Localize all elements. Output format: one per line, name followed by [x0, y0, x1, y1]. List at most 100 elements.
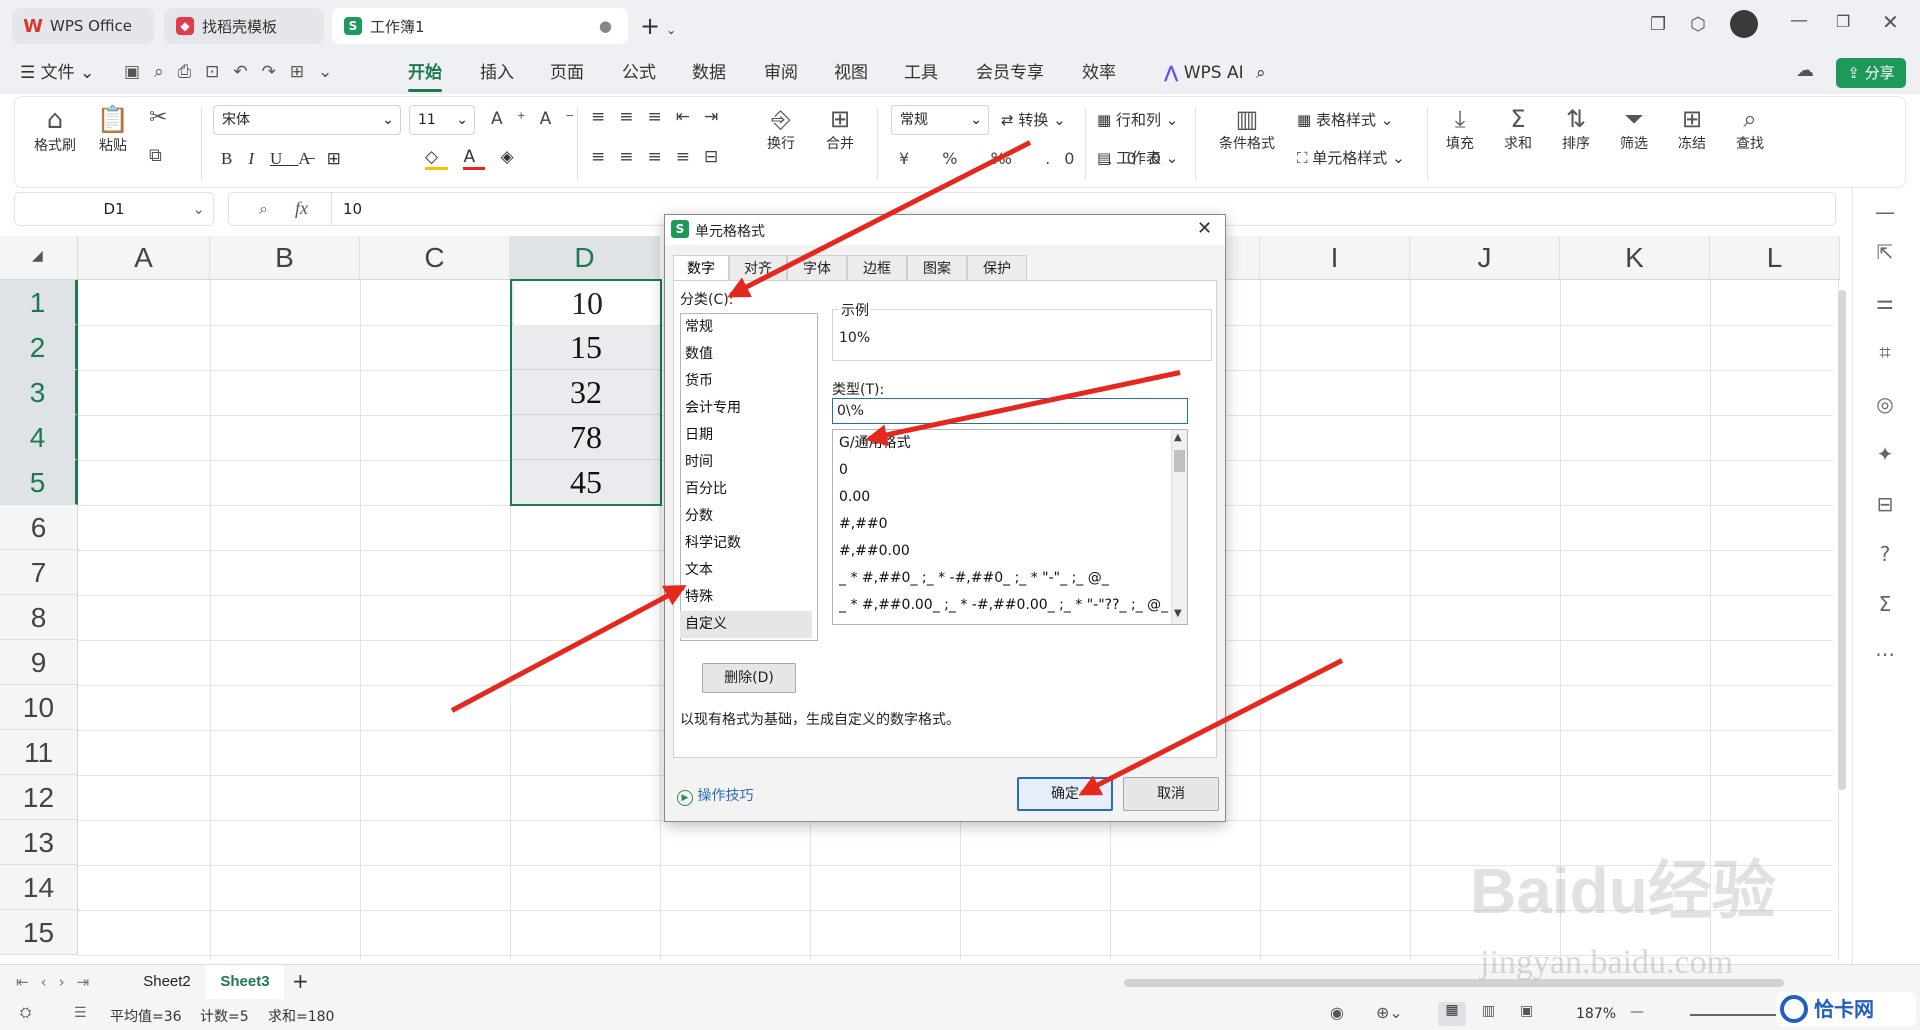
- tab-member[interactable]: 会员专享: [976, 52, 1044, 94]
- formula-sigma-icon[interactable]: Σ: [1870, 592, 1900, 622]
- view-mode-icon[interactable]: ⊕⌄: [1376, 1003, 1403, 1022]
- column-header-b[interactable]: B: [210, 236, 360, 280]
- tab-tools[interactable]: 工具: [904, 52, 938, 94]
- category-item[interactable]: 时间: [680, 449, 812, 476]
- worksheet-button[interactable]: ▤ 工作表 ⌄: [1097, 147, 1178, 168]
- sheet-nav-icons[interactable]: ⇤‹›⇥: [16, 973, 101, 991]
- category-item[interactable]: 常规: [680, 314, 812, 341]
- column-header-a[interactable]: A: [78, 236, 210, 280]
- tab-view[interactable]: 视图: [834, 52, 868, 94]
- category-item[interactable]: 百分比: [680, 476, 812, 503]
- row-header[interactable]: 15: [0, 910, 78, 955]
- copy-icon[interactable]: ⧉: [149, 145, 162, 166]
- tab-wps-office[interactable]: W WPS Office: [12, 8, 154, 44]
- search-icon[interactable]: ⌕: [1256, 52, 1266, 94]
- row-header[interactable]: 4: [0, 415, 78, 460]
- column-header-l[interactable]: L: [1710, 236, 1840, 280]
- sliders-icon[interactable]: ⚌: [1870, 290, 1900, 320]
- column-header-j[interactable]: J: [1410, 236, 1560, 280]
- row-header[interactable]: 11: [0, 730, 78, 775]
- format-item[interactable]: #,##0: [839, 511, 888, 538]
- active-cell-d1[interactable]: 10: [514, 281, 660, 325]
- unsaved-dot-icon[interactable]: ●: [599, 17, 612, 35]
- tab-workbook[interactable]: S 工作簿1 ●: [332, 8, 628, 44]
- format-painter-button[interactable]: ⌂ 格式刷: [33, 105, 77, 155]
- collapse-icon[interactable]: —: [1870, 200, 1900, 230]
- row-header[interactable]: 1: [0, 280, 78, 325]
- bold-italic-underline-icons[interactable]: BIUA̶⊞: [221, 149, 357, 169]
- find-button[interactable]: ⌕ 查找: [1727, 105, 1773, 153]
- format-item[interactable]: 0.00: [839, 484, 870, 511]
- category-item[interactable]: 文本: [680, 557, 812, 584]
- row-col-button[interactable]: ▦ 行和列 ⌄: [1097, 109, 1178, 130]
- tools-icon[interactable]: ✦: [1870, 442, 1900, 472]
- fx-icon[interactable]: fx: [295, 198, 308, 219]
- row-header[interactable]: 3: [0, 370, 78, 415]
- category-item[interactable]: 会计专用: [680, 395, 812, 422]
- crop-icon[interactable]: ⌗: [1870, 340, 1900, 370]
- page-break-icon[interactable]: ▣: [1520, 1003, 1533, 1019]
- wrap-text-button[interactable]: ⎆ 换行: [761, 105, 801, 153]
- tab-home[interactable]: 开始: [408, 52, 442, 94]
- column-header-k[interactable]: K: [1560, 236, 1710, 280]
- tab-formula[interactable]: 公式: [622, 52, 656, 94]
- share-button[interactable]: ⇪ 分享: [1836, 58, 1906, 88]
- convert-button[interactable]: ⇄ 转换 ⌄: [1001, 109, 1066, 130]
- wps-ai-button[interactable]: ⋀ WPS AI: [1164, 52, 1244, 94]
- format-item[interactable]: _ * #,##0_ ;_ * -#,##0_ ;_ * "-"_ ;_ @_: [839, 565, 1109, 592]
- category-item[interactable]: 数值: [680, 341, 812, 368]
- row-header[interactable]: 2: [0, 325, 78, 370]
- sort-button[interactable]: ⇅ 排序: [1553, 105, 1599, 153]
- eye-icon[interactable]: ◉: [1330, 1003, 1344, 1022]
- new-tab-button[interactable]: + ⌄: [640, 12, 676, 40]
- tips-link[interactable]: ▶ 操作技巧: [677, 785, 753, 806]
- row-header[interactable]: 5: [0, 460, 78, 505]
- zoom-out-icon[interactable]: —: [1630, 1004, 1644, 1020]
- page-layout-icon[interactable]: ▥: [1482, 1003, 1495, 1019]
- cell-style-button[interactable]: ⛶ 单元格样式 ⌄: [1297, 147, 1405, 168]
- tab-data[interactable]: 数据: [692, 52, 726, 94]
- format-item[interactable]: #,##0.00: [839, 538, 910, 565]
- help-icon[interactable]: ?: [1870, 542, 1900, 572]
- cube-icon[interactable]: ⬡: [1690, 14, 1706, 35]
- scroll-down-icon[interactable]: ▼: [1174, 608, 1182, 619]
- font-size-select[interactable]: 11 ⌄: [409, 105, 475, 135]
- tab-docer[interactable]: ◆ 找稻壳模板: [164, 8, 324, 44]
- column-header-c[interactable]: C: [360, 236, 510, 280]
- vertical-scrollbar[interactable]: [1838, 290, 1846, 790]
- paste-button[interactable]: 📋 粘贴: [91, 105, 135, 155]
- merge-button[interactable]: ⊞ 合并: [815, 105, 865, 153]
- row-header[interactable]: 7: [0, 550, 78, 595]
- book-icon[interactable]: ⊟: [1870, 492, 1900, 522]
- select-all-corner[interactable]: ◢: [0, 236, 78, 280]
- row-header[interactable]: 12: [0, 775, 78, 820]
- tab-protection[interactable]: 保护: [967, 255, 1027, 281]
- row-header[interactable]: 9: [0, 640, 78, 685]
- fill-button[interactable]: ⤓ 填充: [1437, 105, 1483, 153]
- tab-pattern[interactable]: 图案: [907, 255, 967, 281]
- category-item[interactable]: 特殊: [680, 584, 812, 611]
- tab-efficiency[interactable]: 效率: [1082, 52, 1116, 94]
- pointer-icon[interactable]: ⇱: [1870, 240, 1900, 270]
- format-list-scrollbar[interactable]: ▲ ▼: [1171, 430, 1187, 624]
- scroll-up-icon[interactable]: ▲: [1174, 432, 1182, 443]
- close-icon[interactable]: ✕: [1882, 10, 1899, 34]
- row-header[interactable]: 6: [0, 505, 78, 550]
- format-item[interactable]: _ * #,##0.00_ ;_ * -#,##0.00_ ;_ * "-"??…: [839, 592, 1168, 619]
- restore-icon[interactable]: ❐: [1836, 12, 1850, 31]
- zoom-level[interactable]: 187%: [1576, 1006, 1616, 1022]
- font-name-select[interactable]: 宋体 ⌄: [213, 105, 401, 135]
- tab-review[interactable]: 审阅: [764, 52, 798, 94]
- scissors-icon[interactable]: ✂: [149, 105, 167, 130]
- scroll-thumb[interactable]: [1174, 450, 1185, 472]
- format-list[interactable]: G/通用格式00.00#,##0#,##0.00_ * #,##0_ ;_ * …: [832, 429, 1188, 625]
- sum-button[interactable]: Σ 求和: [1495, 105, 1541, 153]
- font-grow-shrink-icons[interactable]: A⁺A⁻: [491, 109, 588, 129]
- category-item[interactable]: 科学记数: [680, 530, 812, 557]
- row-header[interactable]: 14: [0, 865, 78, 910]
- name-box[interactable]: D1 ⌄: [14, 192, 214, 226]
- file-menu[interactable]: ☰ 文件 ⌄: [20, 52, 94, 94]
- row-header[interactable]: 13: [0, 820, 78, 865]
- tab-page[interactable]: 页面: [550, 52, 584, 94]
- macro-icon[interactable]: ⛭: [20, 1005, 31, 1021]
